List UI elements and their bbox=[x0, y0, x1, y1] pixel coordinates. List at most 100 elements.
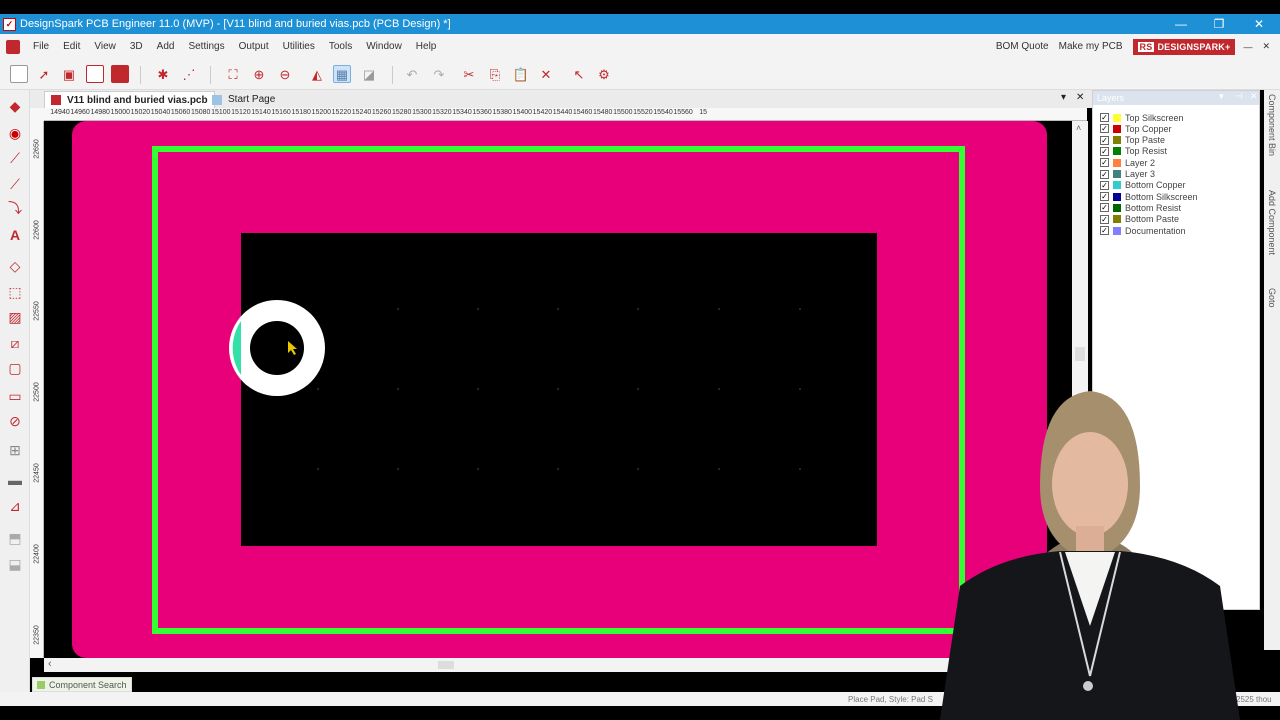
template-tool-icon[interactable]: ⧄ bbox=[5, 333, 25, 353]
bom-quote-link[interactable]: BOM Quote bbox=[996, 41, 1049, 52]
layer-color-swatch[interactable] bbox=[1113, 124, 1121, 133]
layer-row[interactable]: ✓ Top Resist bbox=[1100, 146, 1167, 157]
menu-add[interactable]: Add bbox=[150, 41, 182, 52]
delete-icon[interactable]: ✕ bbox=[537, 65, 555, 83]
layer-visibility-checkbox[interactable]: ✓ bbox=[1100, 214, 1109, 224]
layer-row[interactable]: ✓ Layer 3 bbox=[1100, 169, 1155, 180]
layer-color-swatch[interactable] bbox=[1113, 136, 1121, 145]
disabled-tool-icon[interactable]: ⬒ bbox=[5, 528, 25, 548]
vertical-scroll-thumb[interactable] bbox=[1075, 347, 1085, 361]
text-tool-icon[interactable]: A bbox=[5, 225, 25, 245]
menu-3d[interactable]: 3D bbox=[123, 41, 150, 52]
layer-row[interactable]: ✓ Top Paste bbox=[1100, 135, 1165, 146]
minimize-button[interactable]: — bbox=[1162, 14, 1200, 34]
paste-icon[interactable]: 📋 bbox=[512, 65, 530, 83]
layer-row[interactable]: ✓ Top Silkscreen bbox=[1100, 112, 1184, 123]
route-tool-icon[interactable]: ⟋ bbox=[5, 174, 25, 194]
copy-icon[interactable]: ⎘ bbox=[486, 65, 504, 83]
scroll-left-icon[interactable]: ‹ bbox=[48, 658, 52, 670]
layer-color-swatch[interactable] bbox=[1113, 226, 1121, 235]
layer-visibility-checkbox[interactable]: ✓ bbox=[1100, 169, 1109, 179]
close-button[interactable]: ✕ bbox=[1240, 14, 1278, 34]
copy-doc-icon[interactable] bbox=[86, 65, 104, 83]
layer-color-swatch[interactable] bbox=[1113, 158, 1121, 167]
fill-icon[interactable]: ◭ bbox=[308, 65, 326, 83]
redo-icon[interactable]: ↷ bbox=[430, 65, 448, 83]
layer-visibility-checkbox[interactable]: ✓ bbox=[1100, 135, 1109, 145]
dimension-tool-icon[interactable]: ⊞ bbox=[5, 440, 25, 460]
grid-icon[interactable]: ⋰ bbox=[180, 65, 198, 83]
pad-tool-icon[interactable]: ⊘ bbox=[5, 411, 25, 431]
layer-visibility-checkbox[interactable]: ✓ bbox=[1100, 158, 1109, 168]
new-file-icon[interactable] bbox=[10, 65, 28, 83]
mdi-minimize-button[interactable]: — bbox=[1243, 42, 1252, 52]
measure-tool-icon[interactable]: ▬ bbox=[5, 470, 25, 490]
app-menu-icon[interactable] bbox=[6, 39, 20, 54]
layer-visibility-checkbox[interactable]: ✓ bbox=[1100, 192, 1109, 202]
open-icon[interactable]: ➚ bbox=[35, 65, 53, 83]
3d-view-icon[interactable]: ◪ bbox=[360, 65, 378, 83]
layers-panel-close-icon[interactable]: ✕ bbox=[1250, 91, 1258, 102]
layer-visibility-checkbox[interactable]: ✓ bbox=[1100, 124, 1109, 134]
menu-edit[interactable]: Edit bbox=[56, 41, 87, 52]
tab-pcb-design[interactable]: V11 blind and buried vias.pcb bbox=[44, 91, 215, 108]
zoom-out-icon[interactable]: ⊖ bbox=[276, 65, 294, 83]
connection-tool-icon[interactable]: ⤵ bbox=[5, 198, 25, 218]
layers-panel-pin-icon[interactable]: ⊣ bbox=[1235, 91, 1243, 102]
horizontal-scrollbar[interactable]: ‹ bbox=[44, 658, 1072, 672]
layer-row[interactable]: ✓ Layer 2 bbox=[1100, 157, 1155, 168]
layer-row[interactable]: ✓ Bottom Paste bbox=[1100, 214, 1179, 225]
menu-tools[interactable]: Tools bbox=[322, 41, 359, 52]
menu-view[interactable]: View bbox=[87, 41, 123, 52]
layer-color-swatch[interactable] bbox=[1113, 203, 1121, 212]
layer-color-swatch[interactable] bbox=[1113, 113, 1121, 122]
cut-icon[interactable]: ✂ bbox=[460, 65, 478, 83]
properties-icon[interactable]: ⚙ bbox=[595, 65, 613, 83]
zoom-in-icon[interactable]: ⊕ bbox=[250, 65, 268, 83]
menu-file[interactable]: File bbox=[26, 41, 56, 52]
make-my-pcb-link[interactable]: Make my PCB bbox=[1059, 41, 1123, 52]
layer-visibility-checkbox[interactable]: ✓ bbox=[1100, 180, 1109, 190]
track-tool-icon[interactable]: ⟋ bbox=[5, 148, 25, 168]
layer-row[interactable]: ✓ Top Copper bbox=[1100, 123, 1172, 134]
disabled-tool-2-icon[interactable]: ⬓ bbox=[5, 554, 25, 574]
menu-utilities[interactable]: Utilities bbox=[276, 41, 322, 52]
layer-color-swatch[interactable] bbox=[1113, 170, 1121, 178]
area-tool-icon[interactable]: ⬚ bbox=[5, 282, 25, 302]
shape-tool-icon[interactable]: ◇ bbox=[5, 256, 25, 276]
layers-panel-menu-icon[interactable]: ▾ bbox=[1219, 91, 1224, 102]
layer-row[interactable]: ✓ Bottom Silkscreen bbox=[1100, 191, 1198, 202]
settings-icon[interactable]: ✱ bbox=[154, 65, 172, 83]
grid-toggle-icon[interactable]: ▦ bbox=[333, 65, 351, 83]
layer-color-swatch[interactable] bbox=[1113, 215, 1121, 224]
component-search-tab[interactable]: Component Search bbox=[32, 677, 132, 692]
library-icon[interactable] bbox=[111, 65, 129, 83]
menu-window[interactable]: Window bbox=[359, 41, 409, 52]
board-tool-icon[interactable]: ▢ bbox=[5, 358, 25, 378]
layer-color-swatch[interactable] bbox=[1113, 192, 1121, 201]
menu-settings[interactable]: Settings bbox=[181, 41, 231, 52]
side-tab-goto[interactable]: Goto bbox=[1264, 288, 1280, 328]
restore-button[interactable]: ❐ bbox=[1200, 14, 1238, 34]
tab-start-page[interactable]: Start Page bbox=[206, 91, 281, 108]
layer-visibility-checkbox[interactable]: ✓ bbox=[1100, 203, 1109, 213]
copper-tool-icon[interactable]: ▨ bbox=[5, 307, 25, 327]
line-tool-icon[interactable]: ▭ bbox=[5, 386, 25, 406]
undo-icon[interactable]: ↶ bbox=[403, 65, 421, 83]
layer-color-swatch[interactable] bbox=[1113, 181, 1121, 190]
save-icon[interactable]: ▣ bbox=[60, 65, 78, 83]
side-tab-add-component[interactable]: Add Component bbox=[1264, 190, 1280, 278]
drc-tool-icon[interactable]: ⊿ bbox=[5, 496, 25, 516]
layer-visibility-checkbox[interactable]: ✓ bbox=[1100, 113, 1109, 122]
pcb-design-canvas[interactable] bbox=[44, 121, 1072, 658]
tab-close-icon[interactable]: ✕ bbox=[1076, 92, 1084, 103]
component-tool-icon[interactable]: ◆ bbox=[5, 96, 25, 116]
scroll-up-icon[interactable]: ˄ bbox=[1076, 123, 1081, 133]
menu-output[interactable]: Output bbox=[232, 41, 276, 52]
layer-visibility-checkbox[interactable]: ✓ bbox=[1100, 146, 1109, 156]
side-tab-component-bin[interactable]: Component Bin bbox=[1264, 94, 1280, 178]
select-icon[interactable]: ↖ bbox=[570, 65, 588, 83]
layer-color-swatch[interactable] bbox=[1113, 147, 1121, 156]
layer-row[interactable]: ✓ Bottom Copper bbox=[1100, 180, 1186, 191]
mdi-close-button[interactable]: ✕ bbox=[1262, 41, 1270, 52]
